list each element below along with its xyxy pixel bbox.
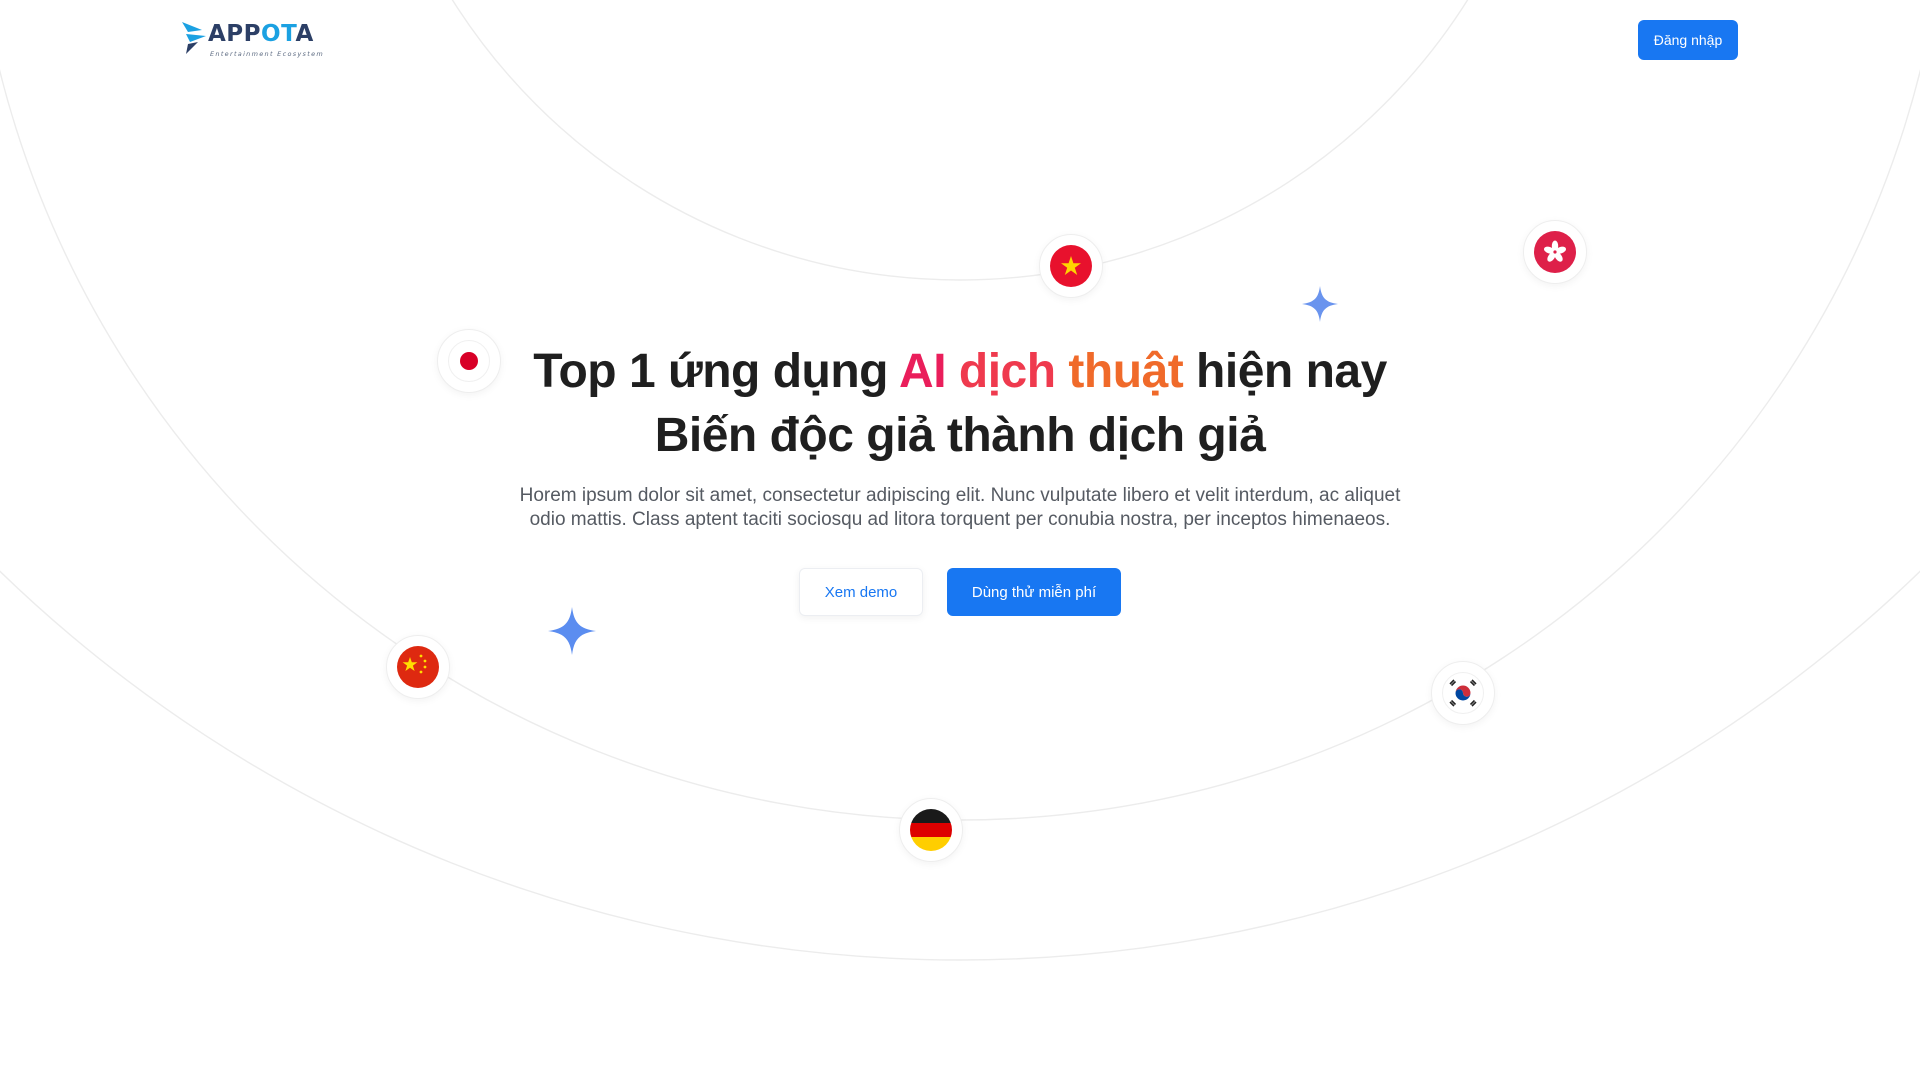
view-demo-button[interactable]: Xem demo — [799, 568, 923, 616]
flag-bubble-hong-kong — [1523, 220, 1587, 284]
flag-bubble-south-korea — [1431, 661, 1495, 725]
hero-section: Top 1 ứng dụng AI dịch thuật hiện nay Bi… — [460, 340, 1460, 616]
headline-highlight-thuat: thuật — [1068, 345, 1184, 398]
sparkle-icon — [1302, 286, 1338, 322]
hero-actions: Xem demo Dùng thử miễn phí — [460, 568, 1460, 616]
logo-wordmark-accent: OT — [261, 21, 296, 47]
top-navigation-bar: APPOTA Entertainment Ecosystem Đăng nhập — [0, 0, 1920, 80]
logo-wordmark-main: APP — [208, 21, 262, 47]
flag-bubble-germany — [899, 798, 963, 862]
flag-bubble-vietnam — [1039, 234, 1103, 298]
logo-tagline: Entertainment Ecosystem — [210, 50, 325, 58]
flag-bubble-china — [386, 635, 450, 699]
headline-highlight-ai: AI — [899, 345, 959, 398]
headline-highlight-dich: dịch — [958, 345, 1069, 398]
hero-headline: Top 1 ứng dụng AI dịch thuật hiện nay Bi… — [460, 340, 1460, 468]
free-trial-button[interactable]: Dùng thử miễn phí — [947, 568, 1121, 616]
hong-kong-flag-icon — [1534, 231, 1576, 273]
china-flag-icon — [397, 646, 439, 688]
logo-wordmark: APPOTA — [208, 23, 314, 46]
south-korea-flag-icon — [1442, 672, 1484, 714]
headline-part1: Top 1 ứng dụng — [533, 345, 900, 398]
hero-subtitle: Horem ipsum dolor sit amet, consectetur … — [519, 485, 1401, 530]
appota-logo[interactable]: APPOTA Entertainment Ecosystem — [180, 18, 325, 62]
landing-page: APPOTA Entertainment Ecosystem Đăng nhập — [0, 0, 1920, 1080]
headline-part2: hiện nay — [1183, 345, 1387, 398]
vietnam-flag-icon — [1050, 245, 1092, 287]
germany-flag-icon — [910, 809, 952, 851]
headline-line2: Biến độc giả thành dịch giả — [654, 409, 1266, 462]
login-button[interactable]: Đăng nhập — [1638, 20, 1738, 60]
logo-wordmark-end: A — [295, 21, 314, 47]
